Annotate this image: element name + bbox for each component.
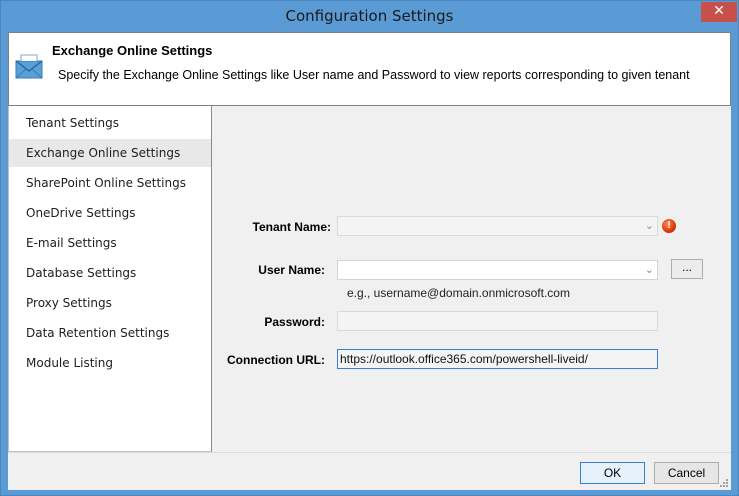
title-bar[interactable]: Configuration Settings ✕ [1,1,738,32]
password-label: Password: [264,315,325,329]
settings-panel: Tenant Name: ⌄ ! User Name: ⌄ ... e.g., … [213,106,731,452]
sidebar-item-exchange-online-settings[interactable]: Exchange Online Settings [9,139,211,167]
chevron-down-icon: ⌄ [644,264,654,276]
header-description: Specify the Exchange Online Settings lik… [58,68,690,82]
sidebar-item-email-settings[interactable]: E-mail Settings [9,229,211,257]
sidebar-item-data-retention-settings[interactable]: Data Retention Settings [9,319,211,347]
cancel-button[interactable]: Cancel [654,462,719,484]
password-field[interactable] [337,311,658,331]
sidebar-item-module-listing[interactable]: Module Listing [9,349,211,377]
sidebar-item-onedrive-settings[interactable]: OneDrive Settings [9,199,211,227]
configuration-window: Configuration Settings ✕ Exchange Online… [0,0,739,496]
user-name-label: User Name: [258,263,325,277]
user-name-hint: e.g., username@domain.onmicrosoft.com [347,286,570,300]
settings-sidebar: Tenant Settings Exchange Online Settings… [8,106,212,452]
dialog-client: Exchange Online Settings Specify the Exc… [8,32,731,490]
mail-icon [15,54,43,79]
dialog-footer: OK Cancel [8,452,731,490]
connection-url-label: Connection URL: [227,353,325,367]
header-title: Exchange Online Settings [52,43,213,58]
chevron-down-icon: ⌄ [644,220,654,232]
resize-grip-icon[interactable] [719,478,729,488]
error-icon: ! [662,219,676,233]
sidebar-item-database-settings[interactable]: Database Settings [9,259,211,287]
tenant-name-combo[interactable]: ⌄ [337,216,658,236]
ok-button[interactable]: OK [580,462,645,484]
window-title: Configuration Settings [285,7,454,25]
connection-url-field[interactable]: https://outlook.office365.com/powershell… [337,349,658,369]
close-button[interactable]: ✕ [701,2,737,22]
browse-users-button[interactable]: ... [671,259,703,279]
sidebar-item-sharepoint-online-settings[interactable]: SharePoint Online Settings [9,169,211,197]
sidebar-item-tenant-settings[interactable]: Tenant Settings [9,109,211,137]
tenant-name-label: Tenant Name: [252,220,331,234]
user-name-combo[interactable]: ⌄ [337,260,658,280]
sidebar-item-proxy-settings[interactable]: Proxy Settings [9,289,211,317]
settings-header: Exchange Online Settings Specify the Exc… [8,32,731,106]
